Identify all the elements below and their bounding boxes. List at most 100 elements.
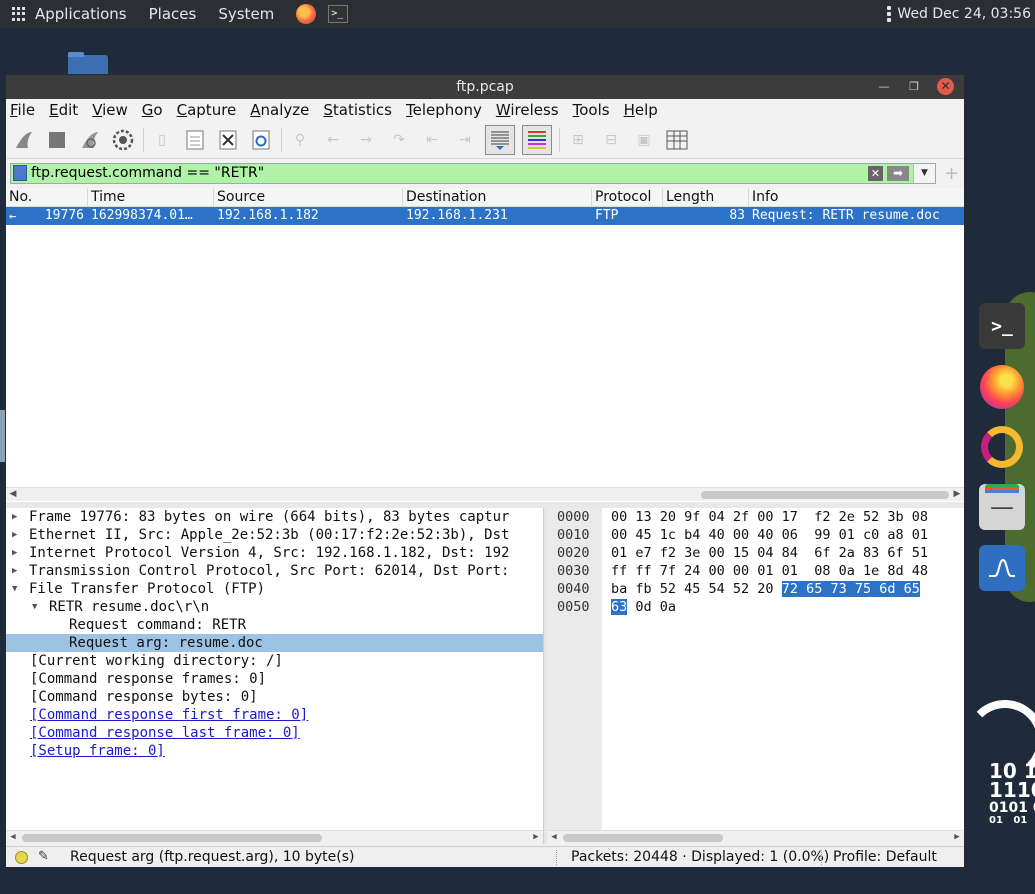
- collapse-arrow-icon: ▼: [32, 602, 38, 612]
- resize-columns-icon[interactable]: [664, 127, 690, 153]
- first-packet-icon[interactable]: ⇤: [419, 127, 445, 153]
- stop-icon[interactable]: [44, 127, 70, 153]
- packet-row[interactable]: ← 19776 162998374.01… 192.168.1.182 192.1…: [6, 207, 964, 225]
- expand-arrow-icon: ▶: [12, 566, 18, 576]
- tree-retr[interactable]: ▼ RETR resume.doc\r\n: [6, 598, 543, 616]
- tree-setup-frame-link[interactable]: [Setup frame: 0]: [6, 742, 543, 760]
- hex-hscrollbar[interactable]: ◀ ▶: [547, 830, 964, 844]
- expand-arrow-icon: ▶: [12, 530, 18, 540]
- col-destination[interactable]: Destination: [403, 188, 592, 207]
- packet-list-header: No. Time Source Destination Protocol Len…: [6, 188, 964, 207]
- profile-switcher[interactable]: Profile: Default: [833, 849, 937, 865]
- tree-cwd[interactable]: [Current working directory: /]: [6, 652, 543, 670]
- menu-help[interactable]: Help: [624, 101, 658, 119]
- menu-capture[interactable]: Capture: [177, 101, 237, 119]
- maximize-button[interactable]: ❐: [907, 80, 921, 93]
- tree-resp-bytes[interactable]: [Command response bytes: 0]: [6, 688, 543, 706]
- tree-request-arg[interactable]: Request arg: resume.doc: [6, 634, 543, 652]
- col-info[interactable]: Info: [749, 188, 964, 207]
- clear-filter-icon[interactable]: ✕: [868, 165, 883, 181]
- close-button[interactable]: ✕: [937, 78, 954, 95]
- go-to-packet-icon[interactable]: ↷: [386, 127, 412, 153]
- menu-statistics[interactable]: Statistics: [323, 101, 392, 119]
- applications-menu[interactable]: Applications: [35, 5, 127, 23]
- highlighted-bytes: 72 65 73 75 6d 65: [781, 581, 920, 597]
- menu-telephony[interactable]: Telephony: [406, 101, 482, 119]
- apply-filter-icon[interactable]: ➡: [887, 165, 909, 181]
- menu-go[interactable]: Go: [142, 101, 163, 119]
- top-panel: Applications Places System >_ Wed Dec 24…: [0, 0, 1035, 28]
- colorize-icon[interactable]: [522, 124, 552, 155]
- tree-request-command[interactable]: Request command: RETR: [6, 616, 543, 634]
- system-menu[interactable]: System: [218, 5, 274, 23]
- tree-ethernet[interactable]: ▶ Ethernet II, Src: Apple_2e:52:3b (00:17…: [6, 526, 543, 544]
- terminal-icon[interactable]: >_: [328, 5, 349, 23]
- menu-bar: File Edit View Go Capture Analyze Statis…: [6, 99, 964, 121]
- menu-edit[interactable]: Edit: [49, 101, 78, 119]
- collapse-arrow-icon: ▼: [12, 584, 18, 594]
- edit-comment-icon[interactable]: ✎: [38, 849, 49, 864]
- tree-resp-frames[interactable]: [Command response frames: 0]: [6, 670, 543, 688]
- bookmark-icon[interactable]: [13, 165, 27, 181]
- filter-history-dropdown[interactable]: ▼: [913, 163, 935, 183]
- last-packet-icon[interactable]: ⇥: [452, 127, 478, 153]
- close-file-icon[interactable]: [215, 127, 241, 153]
- save-icon[interactable]: [182, 127, 208, 153]
- packet-list-hscrollbar[interactable]: ◀ ▶: [6, 487, 964, 501]
- apps-grid-icon[interactable]: [12, 7, 26, 21]
- add-filter-button-icon[interactable]: +: [944, 163, 959, 184]
- window-title: ftp.pcap: [456, 79, 514, 95]
- status-bar: ✎ Request arg (ftp.request.arg), 10 byte…: [6, 846, 964, 867]
- display-filter-input[interactable]: [31, 163, 868, 183]
- menu-wireless[interactable]: Wireless: [496, 101, 559, 119]
- restart-icon[interactable]: [77, 127, 103, 153]
- col-no[interactable]: No.: [6, 188, 88, 207]
- tree-ipv4[interactable]: ▶ Internet Protocol Version 4, Src: 192.1…: [6, 544, 543, 562]
- forward-icon[interactable]: →: [353, 127, 379, 153]
- clock-text: Wed Dec 24, 03:56: [897, 6, 1031, 22]
- menu-tools[interactable]: Tools: [573, 101, 610, 119]
- search-icon[interactable]: ⚲: [287, 127, 313, 153]
- menu-view[interactable]: View: [92, 101, 128, 119]
- col-protocol[interactable]: Protocol: [592, 188, 663, 207]
- autoscroll-icon[interactable]: [485, 124, 515, 155]
- tree-tcp[interactable]: ▶ Transmission Control Protocol, Src Port…: [6, 562, 543, 580]
- title-bar[interactable]: ftp.pcap — ❐ ✕: [6, 75, 964, 99]
- zoom-out-icon[interactable]: ⊟: [598, 127, 624, 153]
- dock-firefox-icon[interactable]: [979, 364, 1025, 410]
- tree-resp-last-frame-link[interactable]: [Command response last frame: 0]: [6, 724, 543, 742]
- dock-terminal-icon[interactable]: >_: [979, 303, 1025, 349]
- tree-ftp[interactable]: ▼ File Transfer Protocol (FTP): [6, 580, 543, 598]
- expert-info-led-icon[interactable]: [15, 851, 28, 864]
- main-toolbar: ▯ ⚲ ← → ↷ ⇤ ⇥ ⊞ ⊟ ▣: [6, 121, 964, 159]
- details-hscrollbar[interactable]: ◀ ▶: [6, 830, 543, 844]
- reload-icon[interactable]: [248, 127, 274, 153]
- gear-icon[interactable]: [110, 127, 136, 153]
- packet-list: No. Time Source Destination Protocol Len…: [6, 188, 964, 502]
- tree-frame[interactable]: ▶ Frame 19776: 83 bytes on wire (664 bits…: [6, 508, 543, 526]
- highlighted-bytes: 63: [611, 599, 628, 615]
- request-arrow-icon: ←: [9, 209, 17, 223]
- packet-bytes-pane: 0000 00 13 20 9f 04 2f 00 17 f2 2e 52 3b …: [547, 508, 964, 844]
- back-icon[interactable]: ←: [320, 127, 346, 153]
- dock-files-icon[interactable]: —: [979, 484, 1025, 530]
- open-file-icon[interactable]: ▯: [149, 127, 175, 153]
- dock-sync-icon[interactable]: [979, 424, 1025, 470]
- expand-arrow-icon: ▶: [12, 512, 18, 522]
- display-filter-box: ✕ ➡ ▼: [10, 162, 936, 184]
- col-source[interactable]: Source: [214, 188, 403, 207]
- shark-fin-icon[interactable]: [11, 127, 37, 153]
- menu-file[interactable]: File: [10, 101, 35, 119]
- clock[interactable]: Wed Dec 24, 03:56: [887, 0, 1031, 28]
- dock-wireshark-icon[interactable]: [979, 545, 1025, 591]
- firefox-icon[interactable]: [296, 4, 317, 24]
- places-menu[interactable]: Places: [149, 5, 197, 23]
- normal-size-icon[interactable]: ▣: [631, 127, 657, 153]
- minimize-button[interactable]: —: [877, 80, 891, 93]
- col-length[interactable]: Length: [663, 188, 749, 207]
- col-time[interactable]: Time: [88, 188, 214, 207]
- wireshark-window: ftp.pcap — ❐ ✕ File Edit View Go Capture…: [5, 74, 965, 867]
- menu-analyze[interactable]: Analyze: [250, 101, 309, 119]
- tree-resp-first-frame-link[interactable]: [Command response first frame: 0]: [6, 706, 543, 724]
- zoom-in-icon[interactable]: ⊞: [565, 127, 591, 153]
